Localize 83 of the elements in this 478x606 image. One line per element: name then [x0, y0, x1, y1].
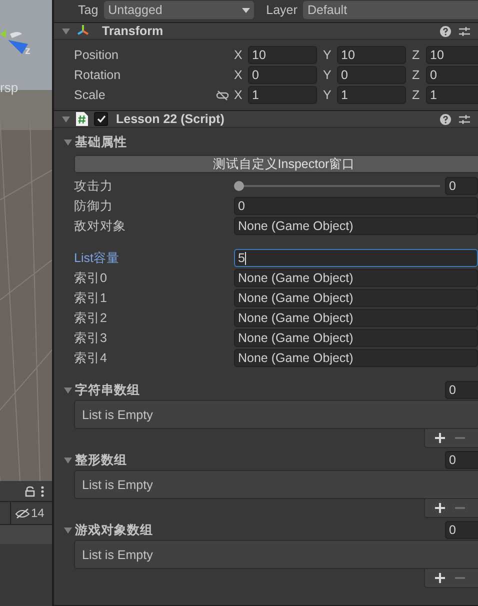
number-field[interactable]: 0 — [234, 197, 478, 216]
field-label: Scale — [74, 88, 106, 102]
tag-dropdown[interactable]: Untagged — [104, 1, 254, 19]
foldout-arrow-icon[interactable] — [64, 138, 72, 146]
component-header[interactable]: Transform — [54, 22, 478, 40]
array-label[interactable]: 字符串数组 — [75, 382, 442, 399]
number-field[interactable]: 10 — [337, 46, 406, 64]
foldout-label[interactable]: 基础属性 — [75, 134, 127, 151]
slider-thumb[interactable] — [234, 181, 244, 192]
size-field[interactable]: 0 — [445, 521, 478, 540]
slider[interactable] — [234, 179, 440, 194]
number-field[interactable]: 1 — [248, 86, 317, 104]
number-field[interactable]: 0 — [248, 66, 317, 84]
object-field[interactable]: None (Game Object) — [234, 329, 478, 348]
empty-list-text: List is Empty — [82, 478, 153, 492]
field-label: 索引3 — [74, 330, 108, 347]
object-field[interactable]: None (Game Object) — [234, 217, 478, 236]
field-label: 索引1 — [74, 290, 108, 307]
size-field[interactable]: 0 — [445, 451, 478, 470]
component-header[interactable]: Lesson 22 (Script) — [54, 110, 478, 128]
field-label: 索引4 — [74, 350, 108, 367]
component-title: Lesson 22 (Script) — [116, 112, 224, 126]
object-field[interactable]: None (Game Object) — [234, 289, 478, 308]
unlinked-chain-icon[interactable] — [216, 90, 229, 101]
axis-label: X — [234, 48, 244, 62]
number-field[interactable]: 0 — [445, 177, 478, 196]
layer-label: Layer — [266, 3, 298, 17]
hidden-eye-icon — [15, 508, 30, 518]
number-field[interactable]: 5 — [234, 249, 478, 268]
empty-list-text: List is Empty — [82, 408, 153, 422]
foldout-arrow-icon[interactable] — [64, 456, 72, 464]
foldout-arrow-icon[interactable] — [62, 115, 70, 124]
settings-icon[interactable] — [459, 114, 470, 125]
field-label: 索引0 — [74, 270, 108, 287]
lock-icon[interactable] — [25, 486, 35, 496]
number-field[interactable]: 10 — [426, 46, 478, 64]
array-label[interactable]: 游戏对象数组 — [75, 522, 442, 539]
help-icon[interactable] — [440, 26, 451, 37]
number-field[interactable]: 10 — [248, 46, 317, 64]
number-field[interactable]: 0 — [426, 66, 478, 84]
foldout-arrow-icon[interactable] — [64, 386, 72, 394]
object-field[interactable]: None (Game Object) — [234, 349, 478, 368]
axis-label: Y — [323, 68, 332, 82]
axis-label: Z — [412, 68, 421, 82]
field-label: 防御力 — [74, 198, 114, 215]
field-label: Position — [74, 48, 120, 62]
array-label[interactable]: 整形数组 — [75, 452, 442, 469]
axis-label: X — [234, 68, 244, 82]
foldout-arrow-icon[interactable] — [64, 526, 72, 534]
number-field[interactable]: 1 — [337, 86, 406, 104]
size-field[interactable]: 0 — [445, 381, 478, 400]
tag-label: Tag — [78, 3, 98, 17]
axis-label: Z — [412, 48, 421, 62]
empty-list-text: List is Empty — [82, 548, 153, 562]
object-field[interactable]: None (Game Object) — [234, 269, 478, 288]
axis-label: Y — [323, 48, 332, 62]
object-field[interactable]: None (Game Object) — [234, 309, 478, 328]
inspector-button[interactable]: 测试自定义Inspector窗口 — [74, 155, 478, 174]
more-icon[interactable] — [41, 486, 44, 496]
caret-icon — [242, 8, 250, 12]
add-icon[interactable] — [435, 503, 445, 514]
script-file-icon — [76, 112, 88, 126]
number-field[interactable]: 1 — [426, 86, 478, 104]
field-label: 敌对对象 — [74, 218, 127, 235]
axis-label: Y — [323, 88, 332, 102]
number-field[interactable]: 0 — [337, 66, 406, 84]
axis-label: z — [25, 45, 30, 57]
add-icon[interactable] — [435, 573, 445, 584]
field-label: 索引2 — [74, 310, 108, 327]
hidden-count-toggle[interactable]: 14 — [11, 506, 44, 520]
help-icon[interactable] — [440, 114, 451, 125]
field-label: List容量 — [74, 250, 120, 267]
field-label: 攻击力 — [74, 178, 114, 195]
field-label: Rotation — [74, 68, 122, 82]
component-title: Transform — [102, 24, 164, 38]
foldout-arrow-icon[interactable] — [62, 27, 70, 36]
axis-label: X — [234, 88, 244, 102]
enabled-checkbox[interactable] — [94, 112, 108, 126]
add-icon[interactable] — [435, 433, 445, 444]
axis-label: Z — [412, 88, 421, 102]
settings-icon[interactable] — [459, 26, 470, 37]
layer-dropdown[interactable]: Default — [303, 1, 478, 19]
checkmark-icon — [96, 115, 106, 124]
